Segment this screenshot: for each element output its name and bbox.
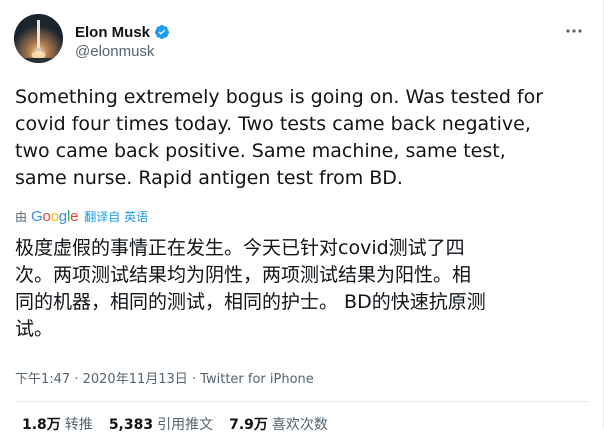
likes-label: 喜欢次数: [271, 417, 328, 433]
more-options-icon[interactable]: [563, 20, 585, 42]
meta-separator: ·: [187, 372, 201, 387]
google-logo: Google: [31, 207, 79, 225]
author-name-row[interactable]: Elon Musk: [75, 22, 170, 42]
author-handle[interactable]: @elonmusk: [75, 43, 154, 60]
meta-separator: ·: [70, 372, 83, 387]
tweet-date[interactable]: 2020年11月13日: [83, 372, 188, 387]
translation-attribution[interactable]: 由 Google 翻译自 英语: [15, 207, 148, 225]
divider: [15, 401, 589, 402]
tweet-card: Elon Musk @elonmusk Something extremely …: [0, 0, 604, 433]
translated-tweet-text: 极度虚假的事情正在发生。今天已针对covid测试了四 次。两项测试结果均为阴性，…: [15, 237, 486, 340]
translated-from-label[interactable]: 翻译自 英语: [84, 208, 148, 225]
tweet-time[interactable]: 下午1:47: [15, 372, 70, 387]
retweets-label: 转推: [64, 417, 93, 433]
tweet-source[interactable]: Twitter for iPhone: [200, 372, 314, 387]
verified-badge-icon: [154, 24, 170, 40]
tweet-meta: 下午1:47 · 2020年11月13日 · Twitter for iPhon…: [15, 368, 314, 387]
retweets-count: 1.8万: [22, 417, 61, 433]
retweets-stat[interactable]: 1.8万 转推: [22, 414, 93, 434]
quotes-label: 引用推文: [157, 417, 214, 433]
translated-by-label: 由: [15, 209, 28, 224]
avatar[interactable]: [14, 14, 63, 63]
likes-count: 7.9万: [229, 417, 268, 433]
likes-stat[interactable]: 7.9万 喜欢次数: [229, 414, 328, 434]
author-display-name[interactable]: Elon Musk: [75, 24, 150, 41]
quotes-count: 5,383: [108, 417, 154, 433]
tweet-text: Something extremely bogus is going on. W…: [15, 86, 544, 189]
quotes-stat[interactable]: 5,383 引用推文: [109, 414, 213, 434]
tweet-stats: 1.8万 转推 5,383 引用推文 7.9万 喜欢次数: [22, 414, 328, 434]
avatar-image: [14, 14, 63, 63]
